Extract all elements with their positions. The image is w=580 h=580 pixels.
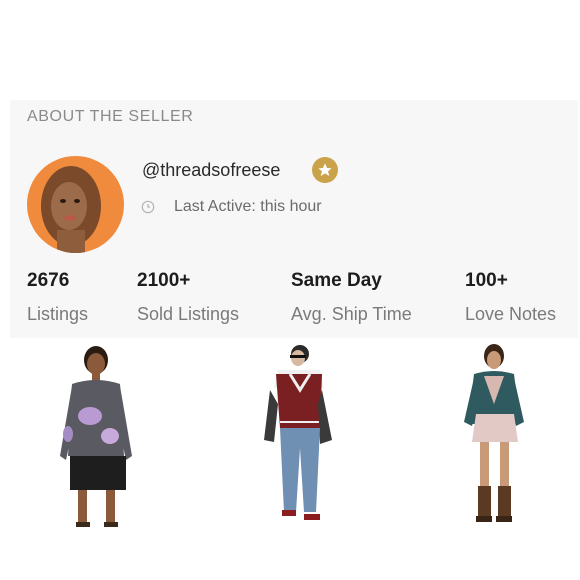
clock-icon: [141, 200, 155, 214]
stat-label: Avg. Ship Time: [291, 304, 412, 324]
stat-listings: 2676 Listings: [27, 270, 88, 325]
about-seller-card: ABOUT THE SELLER @threadsofreese Last Ac…: [10, 100, 578, 338]
stat-sold-listings: 2100+ Sold Listings: [137, 270, 239, 325]
last-active-text: Last Active: this hour: [174, 198, 322, 215]
seller-avatar[interactable]: [27, 156, 124, 253]
product-thumbnail-1[interactable]: [38, 344, 158, 530]
stat-label: Listings: [27, 304, 89, 324]
stat-love-notes: 100+ Love Notes: [465, 270, 556, 325]
seller-username[interactable]: @threadsofreese: [142, 160, 280, 181]
stat-ship-time: Same Day Avg. Ship Time: [291, 270, 412, 325]
product-thumbnail-2[interactable]: [242, 344, 362, 530]
section-title: ABOUT THE SELLER: [27, 108, 194, 125]
stat-value: Same Day: [291, 270, 382, 291]
stat-label: Sold Listings: [137, 304, 240, 324]
stat-value: 2676: [27, 270, 70, 291]
star-icon: [312, 157, 338, 183]
stat-value: 2100+: [137, 270, 191, 291]
product-thumbnail-3[interactable]: [438, 344, 558, 530]
stat-value: 100+: [465, 270, 508, 291]
stat-label: Love Notes: [465, 304, 557, 324]
